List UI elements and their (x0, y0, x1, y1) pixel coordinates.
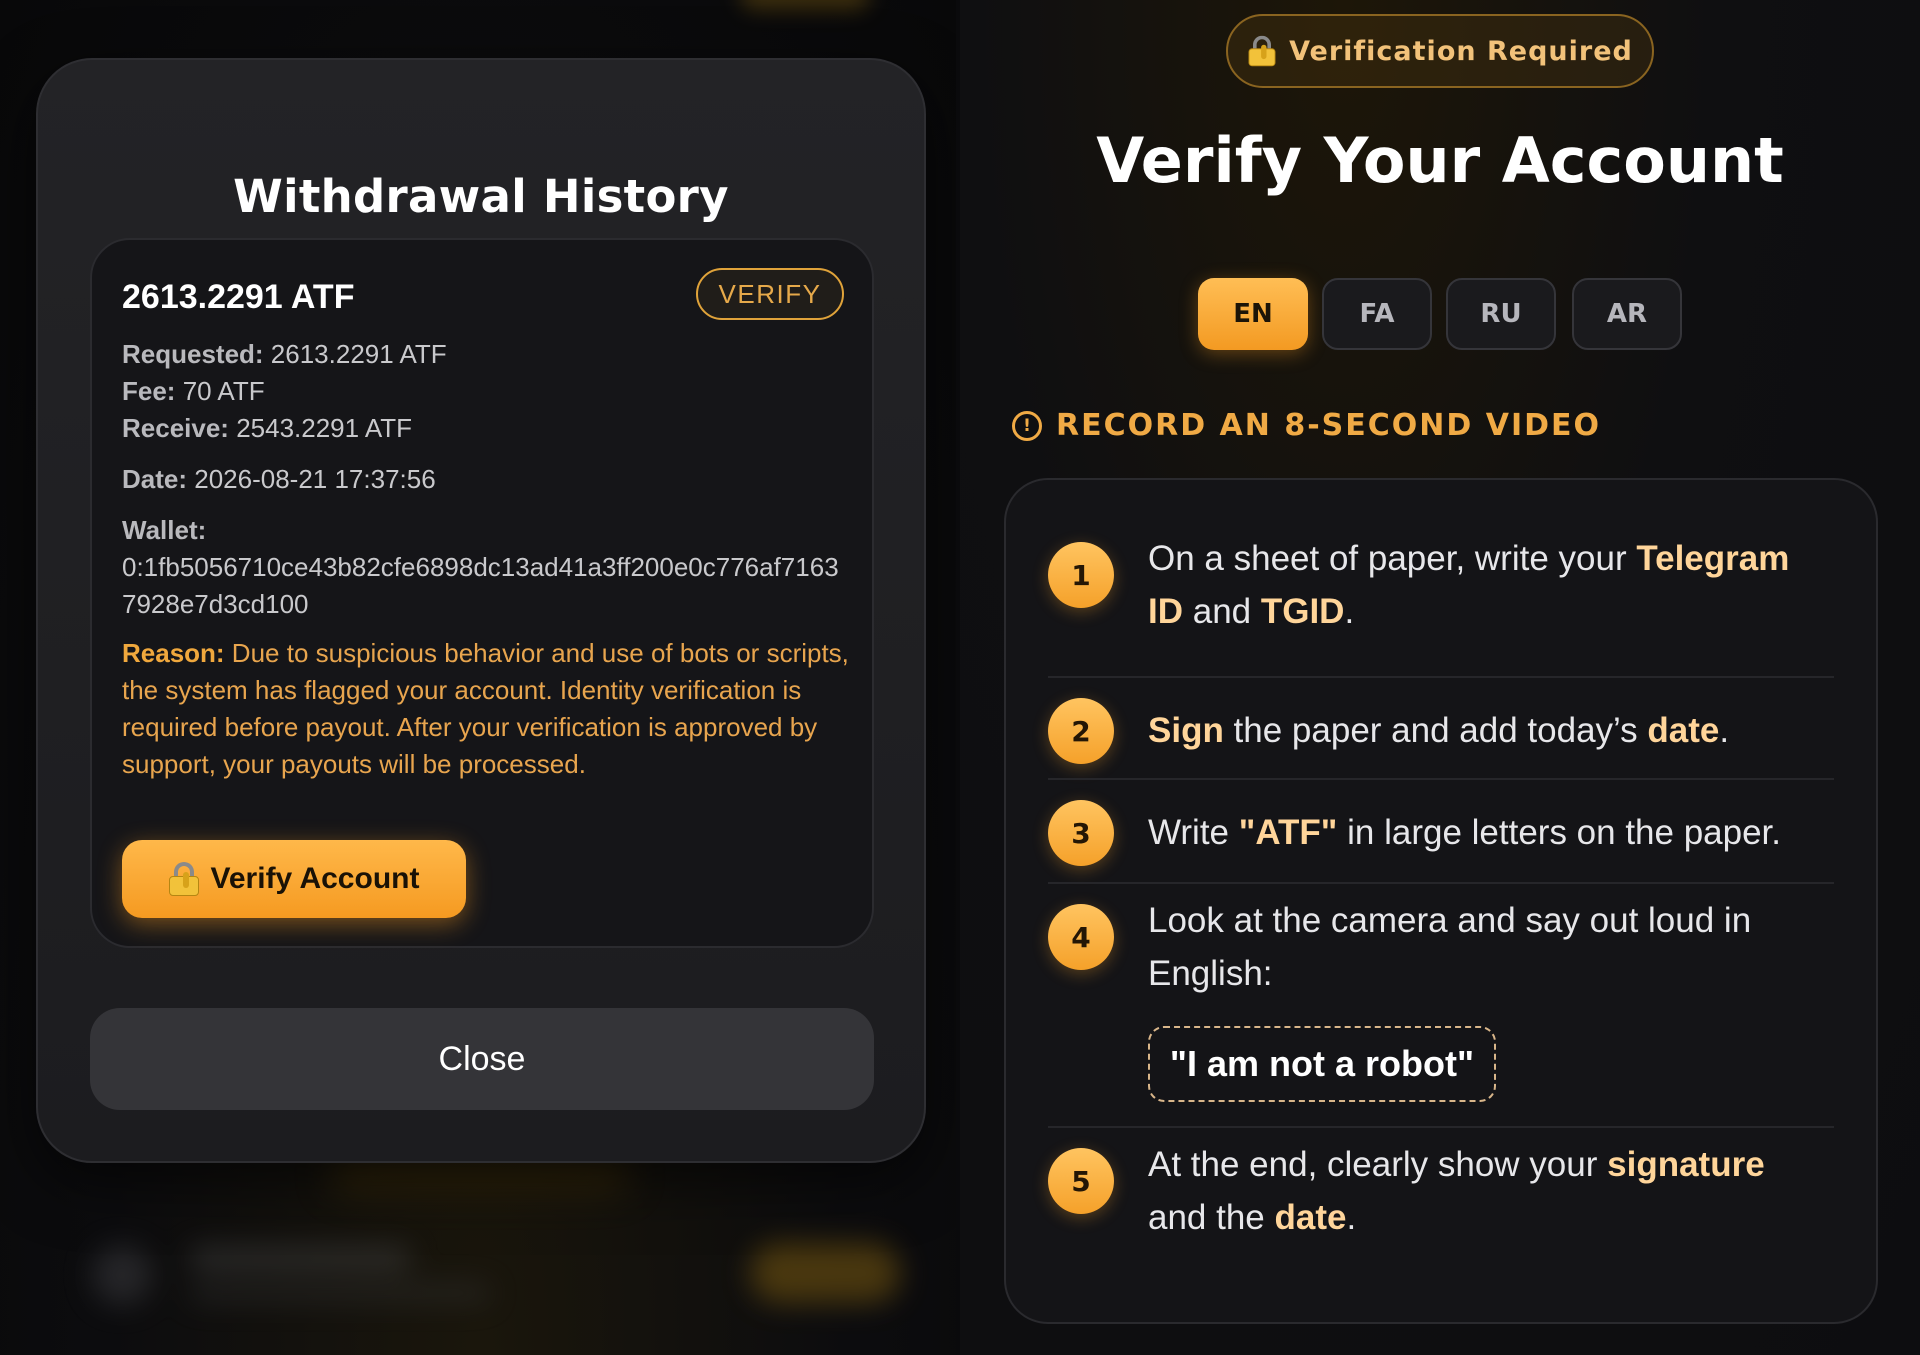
lock-key-icon (168, 862, 199, 896)
page-title: Verify Your Account (1096, 124, 1784, 197)
date-row: Date: 2026-08-21 17:37:56 (122, 461, 436, 498)
fee-label: Fee: (122, 376, 176, 406)
spoken-phrase: "I am not a robot" (1148, 1026, 1496, 1102)
step-divider (1048, 882, 1834, 884)
reason-label: Reason: (122, 638, 225, 668)
section-heading-label: RECORD AN 8-SECOND VIDEO (1056, 408, 1602, 443)
step-number: 4 (1048, 904, 1114, 970)
step-number: 1 (1048, 542, 1114, 608)
date-label: Date: (122, 464, 188, 494)
step-text: Sign the paper and add today’s date. (1148, 711, 1730, 750)
close-button[interactable]: Close (90, 1008, 874, 1110)
fee-row: Fee: 70 ATF (122, 373, 265, 410)
step-divider (1048, 778, 1834, 780)
step-text: At the end, clearly show your signature … (1148, 1145, 1765, 1237)
fee-value: 70 ATF (175, 376, 265, 406)
step-4: 4 Look at the camera and say out loud in… (1048, 901, 1834, 1104)
language-selector: EN FA RU AR (1198, 278, 1688, 350)
instructions-card: 1 On a sheet of paper, write your Telegr… (1004, 478, 1878, 1324)
step-number: 3 (1048, 800, 1114, 866)
verification-required-badge: Verification Required (1226, 14, 1654, 88)
step-text: On a sheet of paper, write your Telegram… (1148, 539, 1790, 631)
date-value: 2026-08-21 17:37:56 (187, 464, 436, 494)
withdrawal-screen: Withdrawal History 2613.2291 ATF VERIFY … (0, 0, 960, 1355)
withdrawal-amount: 2613.2291 ATF (122, 278, 355, 316)
language-tab-ru[interactable]: RU (1446, 278, 1556, 350)
background-action-button (750, 1243, 900, 1303)
background-glow (330, 1160, 630, 1190)
language-tab-fa[interactable]: FA (1322, 278, 1432, 350)
verification-screen: Verification Required Verify Your Accoun… (960, 0, 1920, 1355)
receive-value: 2543.2291 ATF (228, 413, 413, 443)
step-text: Write "ATF" in large letters on the pape… (1148, 813, 1782, 852)
withdrawal-card: 2613.2291 ATF VERIFY Requested: 2613.229… (90, 238, 874, 948)
verification-required-label: Verification Required (1289, 35, 1633, 67)
background-subtext (190, 1285, 490, 1301)
reason-text: Due to suspicious behavior and use of bo… (122, 638, 849, 779)
step-divider (1048, 676, 1834, 678)
language-tab-en[interactable]: EN (1198, 278, 1308, 350)
requested-row: Requested: 2613.2291 ATF (122, 336, 447, 373)
modal-title: Withdrawal History (233, 170, 729, 223)
info-circle-icon: ! (1012, 410, 1042, 441)
wallet-label-row: Wallet: (122, 512, 206, 549)
background-blurred-list-row (80, 1225, 900, 1335)
verify-account-label: Verify Account (210, 862, 420, 895)
wallet-label: Wallet: (122, 515, 207, 545)
step-text: Look at the camera and say out loud in E… (1148, 901, 1752, 993)
step-number: 2 (1048, 698, 1114, 764)
verify-account-button[interactable]: Verify Account (122, 840, 466, 918)
step-5: 5 At the end, clearly show your signatur… (1048, 1145, 1834, 1258)
background-blurred-button (740, 0, 870, 10)
requested-label: Requested: (122, 339, 264, 369)
status-badge[interactable]: VERIFY (696, 268, 844, 320)
step-2: 2 Sign the paper and add today’s date. (1048, 698, 1834, 768)
background-avatar (92, 1245, 152, 1305)
step-1: 1 On a sheet of paper, write your Telegr… (1048, 539, 1834, 652)
requested-value: 2613.2291 ATF (263, 339, 447, 369)
step-divider (1048, 1126, 1834, 1128)
wallet-address: 0:1fb5056710ce43b82cfe6898dc13ad41a3ff20… (122, 552, 839, 619)
withdrawal-history-modal: Withdrawal History 2613.2291 ATF VERIFY … (36, 58, 926, 1163)
section-heading: ! RECORD AN 8-SECOND VIDEO (1012, 408, 1601, 443)
lock-key-icon (1248, 35, 1276, 67)
reason-row: Reason: Due to suspicious behavior and u… (122, 635, 852, 783)
step-3: 3 Write "ATF" in large letters on the pa… (1048, 800, 1834, 870)
screen: Withdrawal History 2613.2291 ATF VERIFY … (0, 0, 1920, 1355)
language-tab-ar[interactable]: AR (1572, 278, 1682, 350)
receive-row: Receive: 2543.2291 ATF (122, 410, 412, 447)
background-text (190, 1247, 410, 1269)
receive-label: Receive: (122, 413, 229, 443)
step-number: 5 (1048, 1148, 1114, 1214)
